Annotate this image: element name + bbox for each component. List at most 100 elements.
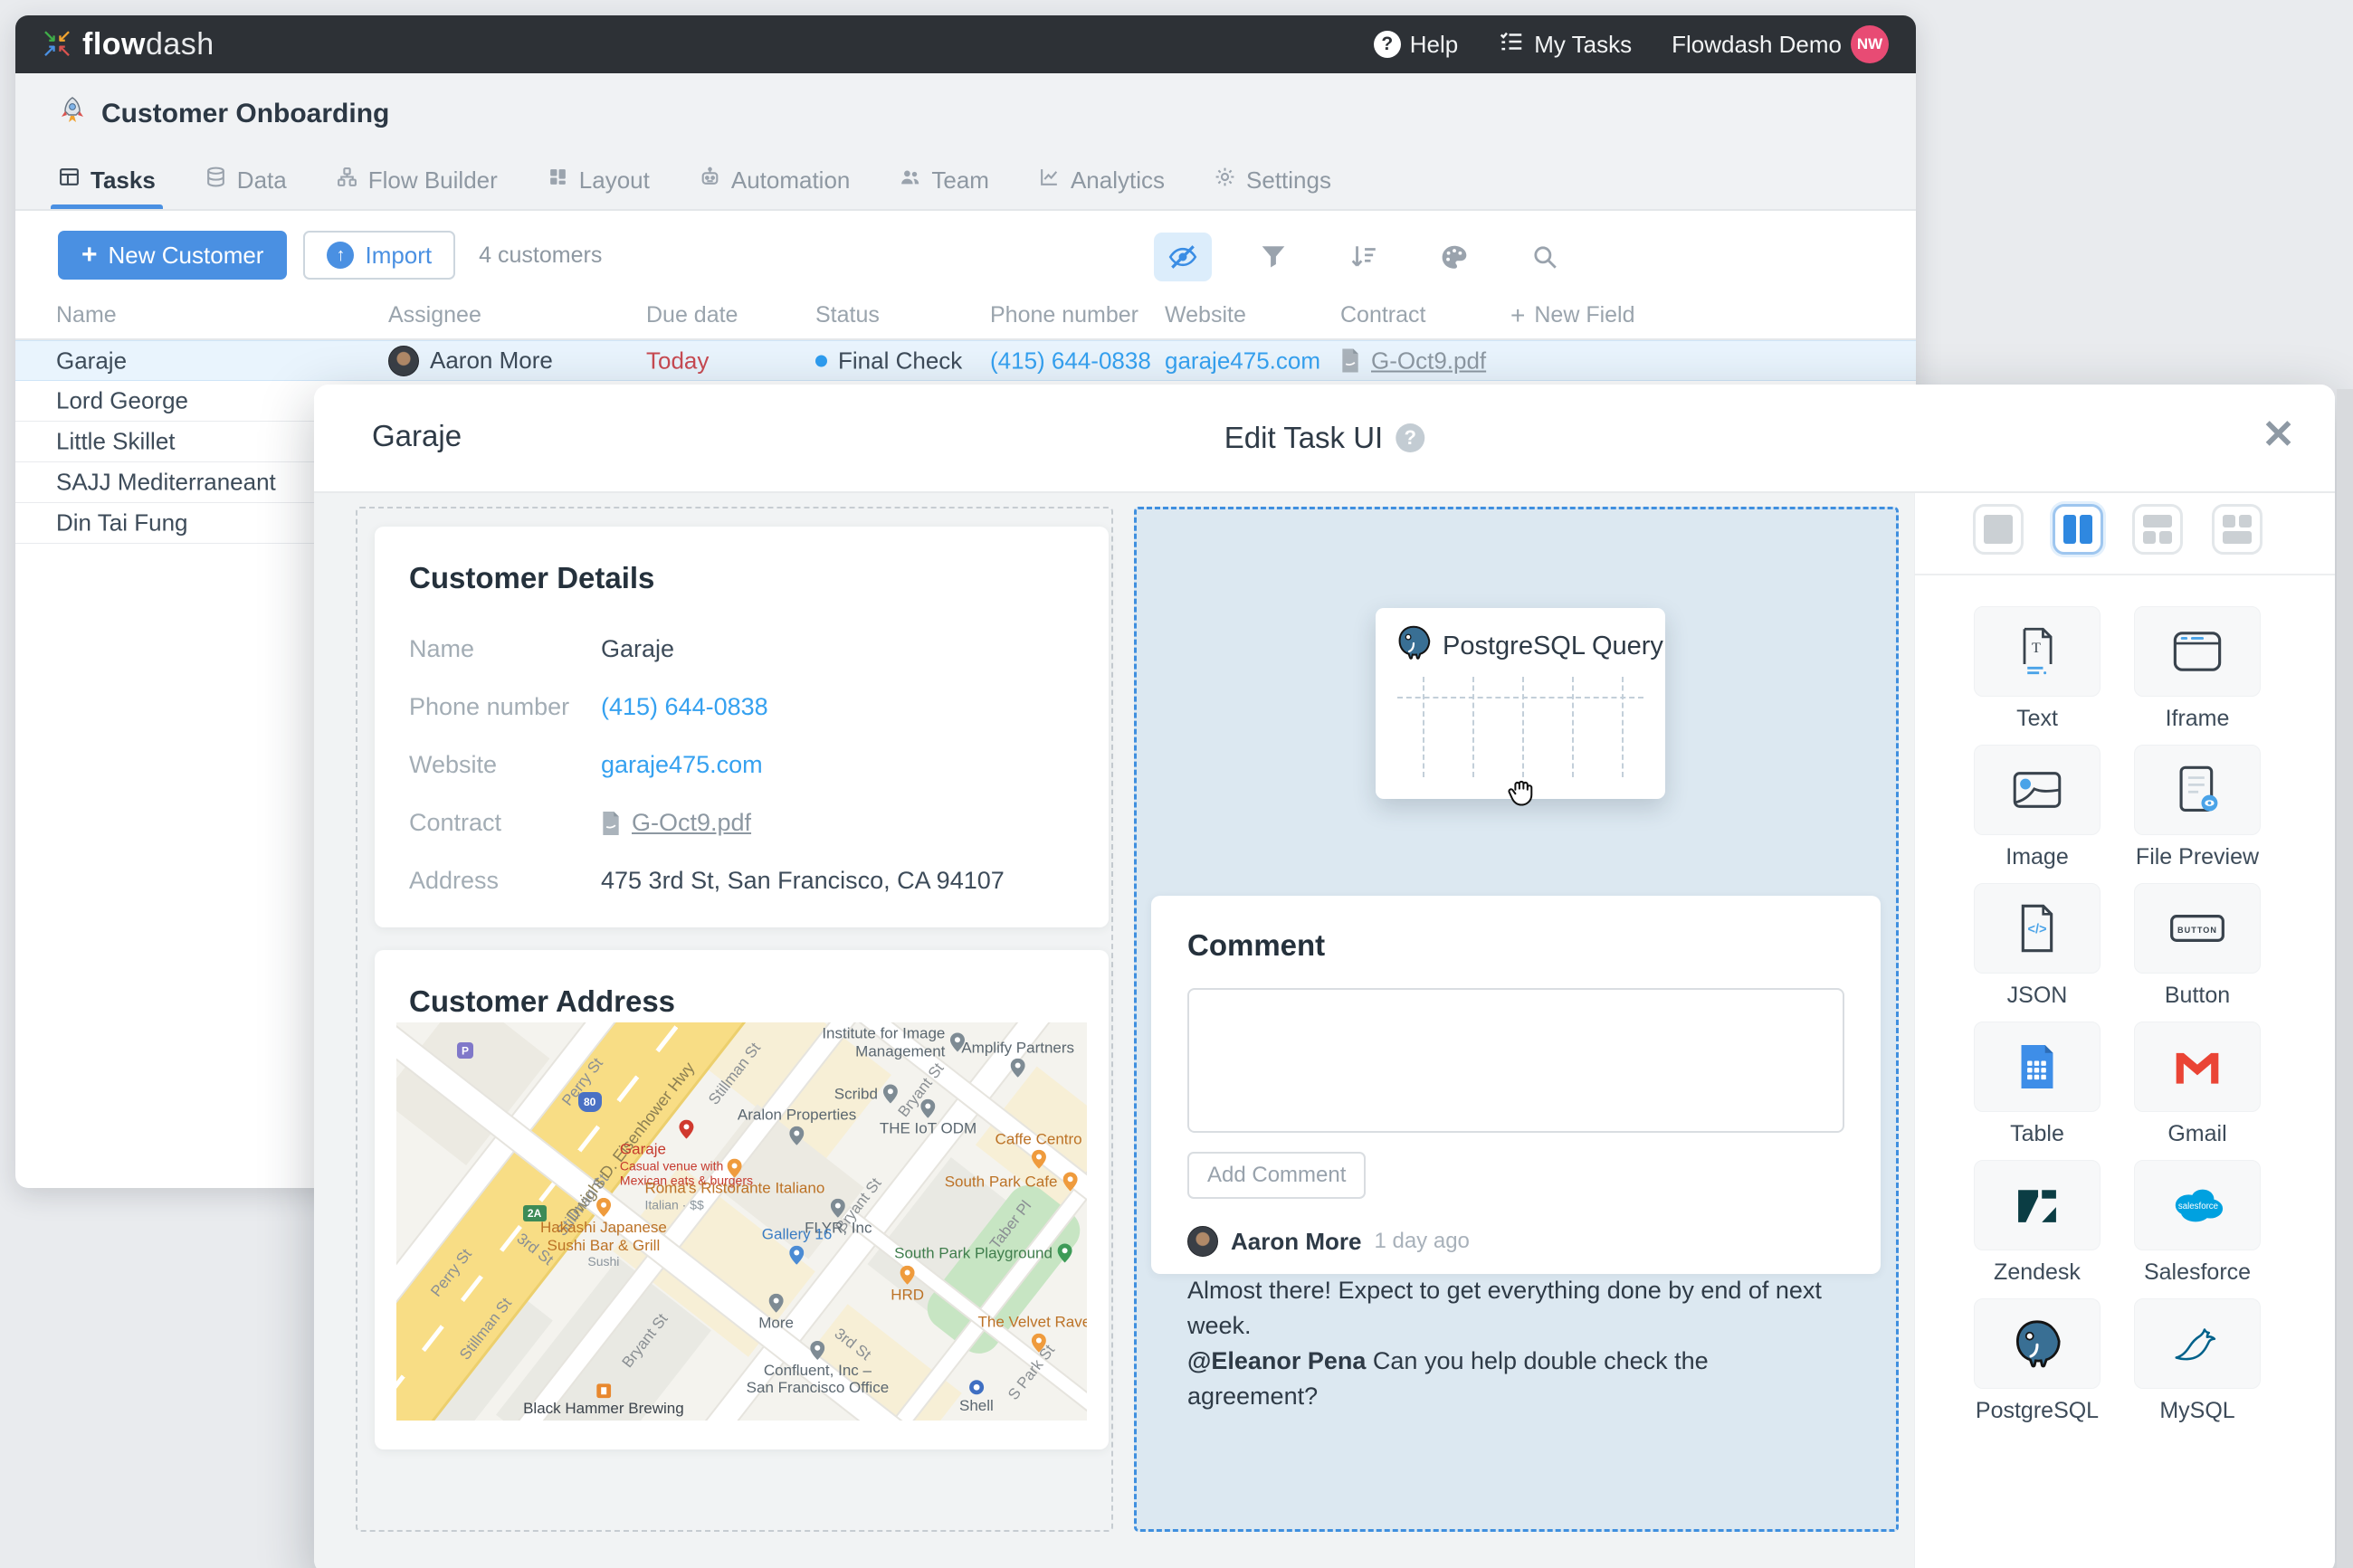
- table-header: Name Assignee Due date Status Phone number We…: [15, 291, 1916, 340]
- postgresql-query-widget-dragging[interactable]: PostgreSQL Query: [1376, 608, 1665, 799]
- column-header-due-date[interactable]: Due date: [646, 302, 738, 328]
- website-link[interactable]: garaje475.com: [1165, 347, 1320, 375]
- field-name: NameGaraje: [409, 635, 1074, 663]
- cell-due-date: Today: [646, 347, 709, 375]
- palette-button[interactable]: [1425, 233, 1483, 281]
- widget-text[interactable]: T Text: [1974, 606, 2101, 745]
- tab-automation[interactable]: Automation: [699, 151, 851, 209]
- account-menu[interactable]: Flowdash Demo NW: [1672, 25, 1889, 63]
- eye-off-button[interactable]: [1154, 233, 1212, 281]
- search-button[interactable]: [1516, 233, 1574, 281]
- rocket-icon: [58, 96, 87, 132]
- widget-postgresql[interactable]: PostgreSQL: [1974, 1298, 2101, 1437]
- map-widget: Dwight D. Eisenhower HwyPerry StPerry St…: [396, 1022, 1087, 1421]
- poi-text: Confluent, Inc –San Francisco Office: [747, 1362, 889, 1397]
- poi-text: More: [758, 1315, 794, 1333]
- map-pin-icon: [968, 1379, 985, 1395]
- map-poi-the-iot-odm: THE IoT ODM: [880, 1098, 976, 1137]
- field-link[interactable]: (415) 644-0838: [601, 693, 768, 721]
- map-poi-amplify-partners: Amplify Partners: [961, 1039, 1074, 1078]
- new-customer-button[interactable]: + New Customer: [58, 231, 287, 280]
- widget-image[interactable]: Image: [1974, 745, 2101, 883]
- map-poi-confluent-inc-san-francisco-office: Confluent, Inc –San Francisco Office: [747, 1341, 889, 1397]
- layout-option-one-column[interactable]: [1973, 504, 2024, 555]
- brand-text: flowdash: [82, 27, 214, 62]
- widget-file-preview[interactable]: File Preview: [2134, 745, 2261, 883]
- widget-mysql[interactable]: MySQL: [2134, 1298, 2261, 1437]
- poi-sublabel: Italian · $$: [644, 1198, 824, 1212]
- svg-text:T: T: [2032, 641, 2041, 656]
- column-header-website[interactable]: Website: [1165, 302, 1246, 328]
- poi-text: THE IoT ODM: [880, 1119, 976, 1137]
- contract-link[interactable]: G-Oct9.pdf: [632, 809, 751, 837]
- poi-text: Amplify Partners: [961, 1039, 1074, 1057]
- map-poi-parking: P: [457, 1042, 473, 1059]
- close-icon[interactable]: ✕: [2262, 415, 2295, 455]
- table-skeleton: [1397, 677, 1643, 777]
- sort-button[interactable]: [1335, 233, 1393, 281]
- widget-table[interactable]: Table: [1974, 1022, 2101, 1160]
- widget-button[interactable]: BUTTONButton: [2134, 883, 2261, 1022]
- filter-button[interactable]: [1244, 233, 1302, 281]
- tab-label: Layout: [579, 166, 650, 195]
- import-button[interactable]: ↑ Import: [303, 231, 455, 280]
- tab-analytics[interactable]: Analytics: [1038, 151, 1165, 209]
- comment-input[interactable]: [1187, 988, 1844, 1133]
- poi-label: South Park Playground: [894, 1244, 1053, 1262]
- column-header-status[interactable]: Status: [815, 302, 880, 328]
- widget-card: [2134, 1022, 2261, 1112]
- widget-salesforce[interactable]: salesforceSalesforce: [2134, 1160, 2261, 1298]
- status-dot-icon: [815, 355, 827, 366]
- interstate-shield-badge: 80: [578, 1092, 602, 1112]
- widget-iframe[interactable]: Iframe: [2134, 606, 2261, 745]
- widget-card: [2134, 606, 2261, 697]
- add-comment-button[interactable]: Add Comment: [1187, 1152, 1366, 1199]
- widget-card: salesforce: [2134, 1160, 2261, 1250]
- user-avatar[interactable]: NW: [1851, 25, 1889, 63]
- tab-flow-builder[interactable]: Flow Builder: [336, 151, 498, 209]
- layout-option-two-columns[interactable]: [2053, 504, 2103, 555]
- help-button[interactable]: ? Help: [1374, 31, 1458, 59]
- map-poi-more: More: [758, 1294, 794, 1333]
- poi-text: Shell: [959, 1397, 994, 1415]
- phone-link[interactable]: (415) 644-0838: [990, 347, 1151, 375]
- table-tools: [1154, 233, 1574, 281]
- widget-json[interactable]: </>JSON: [1974, 883, 2101, 1022]
- layout-option-two-top-row-bottom[interactable]: [2212, 504, 2262, 555]
- plus-icon: +: [1510, 303, 1525, 328]
- poi-label: HRD: [891, 1287, 924, 1305]
- widget-gmail[interactable]: Gmail: [2134, 1022, 2261, 1160]
- tab-layout[interactable]: Layout: [547, 151, 650, 209]
- cell-status: Final Check: [815, 347, 962, 375]
- new-field-button[interactable]: +New Field: [1510, 302, 1635, 328]
- tab-team[interactable]: Team: [899, 151, 989, 209]
- pdf-icon: [1340, 349, 1360, 373]
- layout-preview: [2143, 515, 2172, 544]
- widget-zendesk[interactable]: Zendesk: [1974, 1160, 2101, 1298]
- my-tasks-button[interactable]: My Tasks: [1498, 28, 1632, 62]
- column-header-contract[interactable]: Contract: [1340, 302, 1425, 328]
- tab-data[interactable]: Data: [205, 151, 287, 209]
- json-icon: </>: [2015, 903, 2060, 954]
- column-header-assignee[interactable]: Assignee: [388, 302, 481, 328]
- table-row-garaje[interactable]: GarajeAaron MoreTodayFinal Check(415) 64…: [15, 340, 1916, 381]
- salesforce-icon: salesforce: [2169, 1183, 2225, 1227]
- help-tooltip-icon[interactable]: ?: [1396, 423, 1424, 452]
- column-header-phone-number[interactable]: Phone number: [990, 302, 1138, 328]
- tab-settings[interactable]: Settings: [1214, 151, 1331, 209]
- dropzone-left-column[interactable]: Customer Details NameGarajePhone number(…: [356, 507, 1113, 1532]
- widget-grid: T Text Iframe Image File Preview </>JSON BUTTO…: [1974, 606, 2261, 1437]
- widget-label: Text: [2016, 706, 2058, 732]
- column-header-name[interactable]: Name: [56, 302, 117, 328]
- scrollbar[interactable]: [2337, 389, 2353, 1568]
- poi-text: Aralon Properties: [738, 1107, 856, 1125]
- layout-option-row-top-two-bottom[interactable]: [2132, 504, 2183, 555]
- brand[interactable]: ↘↙↗↖ flowdash: [43, 27, 214, 62]
- poi-label: Black Hammer Brewing: [523, 1400, 684, 1418]
- contract-link[interactable]: G-Oct9.pdf: [1371, 347, 1486, 375]
- field-link[interactable]: garaje475.com: [601, 751, 763, 779]
- mention[interactable]: @Eleanor Pena: [1187, 1347, 1366, 1374]
- poi-label: Gallery 16: [762, 1226, 832, 1244]
- layout-preview: [1984, 515, 2013, 544]
- tab-tasks[interactable]: Tasks: [58, 151, 156, 209]
